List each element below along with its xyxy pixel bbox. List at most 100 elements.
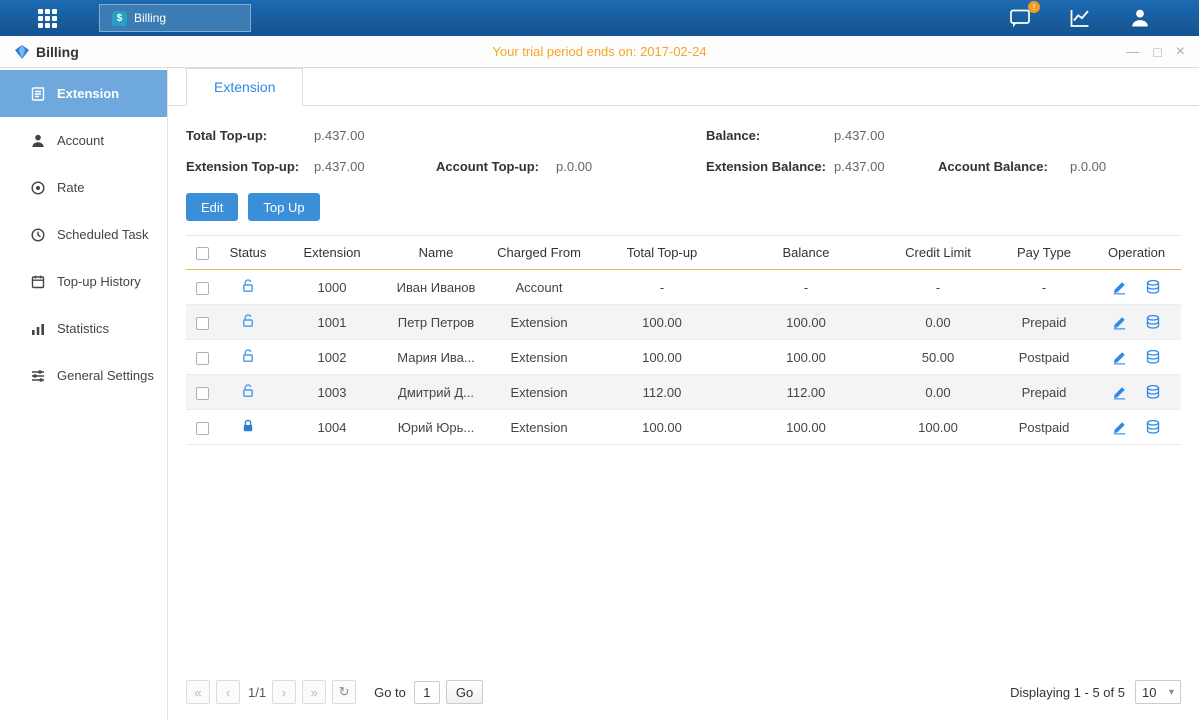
row-checkbox[interactable]: [196, 387, 209, 400]
pay-type-cell: Postpaid: [996, 410, 1092, 445]
billing-dollar-icon: $: [112, 11, 127, 26]
last-page-button[interactable]: »: [302, 680, 326, 704]
summary-account-balance: Account Balance:p.0.00: [938, 159, 1181, 174]
top-up-icon[interactable]: [1145, 419, 1161, 435]
goto-label: Go to: [374, 685, 406, 700]
extension-cell: 1003: [278, 375, 386, 410]
sidebar-item-label: Account: [57, 133, 104, 148]
sidebar-item-extension[interactable]: Extension: [0, 70, 167, 117]
displaying-text: Displaying 1 - 5 of 5: [1010, 685, 1125, 700]
balance-cell: -: [732, 270, 880, 305]
app-grid-icon[interactable]: [38, 9, 57, 28]
user-menu-button[interactable]: [1127, 5, 1153, 31]
status-unlocked-icon[interactable]: [240, 348, 256, 364]
notifications-button[interactable]: !: [1007, 5, 1033, 31]
next-page-button[interactable]: ›: [272, 680, 296, 704]
edit-button[interactable]: Edit: [186, 193, 238, 221]
edit-icon[interactable]: [1112, 280, 1127, 295]
trial-notice: Your trial period ends on: 2017-02-24: [0, 44, 1199, 59]
table-row: 1000 Иван Иванов Account - - - -: [186, 270, 1181, 305]
extension-cell: 1002: [278, 340, 386, 375]
statistics-button[interactable]: [1067, 5, 1093, 31]
top-up-button[interactable]: Top Up: [248, 193, 319, 221]
clock-icon: [30, 227, 46, 243]
credit-limit-cell: -: [880, 270, 996, 305]
minimize-button[interactable]: —: [1126, 45, 1139, 58]
page-size-select[interactable]: 10 ▾: [1135, 680, 1181, 704]
edit-icon[interactable]: [1112, 420, 1127, 435]
bar-chart-icon: [30, 321, 46, 337]
status-locked-icon[interactable]: [240, 418, 256, 434]
column-charged-from: Charged From: [486, 236, 592, 270]
sidebar-item-label: Statistics: [57, 321, 109, 336]
name-cell: Мария Ива...: [386, 340, 486, 375]
sidebar-item-general-settings[interactable]: General Settings: [0, 352, 167, 399]
column-name: Name: [386, 236, 486, 270]
top-up-icon[interactable]: [1145, 314, 1161, 330]
topbar-tab-billing[interactable]: $ Billing: [99, 4, 251, 32]
balance-cell: 100.00: [732, 410, 880, 445]
total-topup-cell: 100.00: [592, 305, 732, 340]
line-chart-icon: [1068, 6, 1092, 30]
charged-from-cell: Account: [486, 270, 592, 305]
select-all-checkbox[interactable]: [196, 247, 209, 260]
top-up-icon[interactable]: [1145, 349, 1161, 365]
action-buttons: Edit Top Up: [168, 174, 1199, 235]
row-checkbox[interactable]: [196, 422, 209, 435]
refresh-button[interactable]: ↻: [332, 680, 356, 704]
sidebar-item-topup-history[interactable]: Top-up History: [0, 258, 167, 305]
billing-logo-icon: [14, 44, 30, 60]
sidebar-item-label: Extension: [57, 86, 119, 101]
name-cell: Петр Петров: [386, 305, 486, 340]
status-unlocked-icon[interactable]: [240, 313, 256, 329]
sidebar: Extension Account Rate Scheduled Task: [0, 68, 168, 720]
rate-icon: [30, 180, 46, 196]
top-up-icon[interactable]: [1145, 384, 1161, 400]
page-size-value: 10: [1142, 685, 1156, 700]
row-checkbox[interactable]: [196, 317, 209, 330]
tab-extension[interactable]: Extension: [186, 68, 303, 106]
edit-icon[interactable]: [1112, 385, 1127, 400]
column-balance: Balance: [732, 236, 880, 270]
summary-account-topup: Account Top-up:p.0.00: [436, 159, 706, 174]
sidebar-item-rate[interactable]: Rate: [0, 164, 167, 211]
extension-table: Status Extension Name Charged From Total…: [186, 235, 1181, 445]
row-checkbox[interactable]: [196, 282, 209, 295]
status-unlocked-icon[interactable]: [240, 278, 256, 294]
charged-from-cell: Extension: [486, 340, 592, 375]
total-topup-cell: 100.00: [592, 340, 732, 375]
extension-cell: 1004: [278, 410, 386, 445]
refresh-icon: ↻: [339, 684, 350, 700]
edit-icon[interactable]: [1112, 315, 1127, 330]
go-button[interactable]: Go: [446, 680, 483, 704]
sidebar-item-account[interactable]: Account: [0, 117, 167, 164]
sidebar-item-statistics[interactable]: Statistics: [0, 305, 167, 352]
chevron-down-icon: ▾: [1169, 687, 1174, 698]
pay-type-cell: Prepaid: [996, 305, 1092, 340]
sidebar-item-label: Top-up History: [57, 274, 141, 289]
topbar: $ Billing !: [0, 0, 1199, 36]
total-topup-cell: 112.00: [592, 375, 732, 410]
first-page-button[interactable]: «: [186, 680, 210, 704]
edit-icon[interactable]: [1112, 350, 1127, 365]
credit-limit-cell: 100.00: [880, 410, 996, 445]
summary-balance: Balance:p.437.00: [706, 128, 938, 143]
close-button[interactable]: ×: [1176, 44, 1185, 60]
top-up-icon[interactable]: [1145, 279, 1161, 295]
extension-cell: 1001: [278, 305, 386, 340]
calendar-icon: [30, 274, 46, 290]
sidebar-item-scheduled-task[interactable]: Scheduled Task: [0, 211, 167, 258]
status-unlocked-icon[interactable]: [240, 383, 256, 399]
extension-cell: 1000: [278, 270, 386, 305]
prev-page-button[interactable]: ‹: [216, 680, 240, 704]
total-topup-cell: -: [592, 270, 732, 305]
table-row: 1001 Петр Петров Extension 100.00 100.00…: [186, 305, 1181, 340]
main-content: Extension Total Top-up:p.437.00 Balance:…: [168, 68, 1199, 720]
pay-type-cell: Postpaid: [996, 340, 1092, 375]
balance-cell: 112.00: [732, 375, 880, 410]
goto-page-input[interactable]: [414, 681, 440, 704]
column-total-topup: Total Top-up: [592, 236, 732, 270]
maximize-button[interactable]: □: [1153, 45, 1161, 59]
notification-badge: !: [1028, 1, 1040, 13]
row-checkbox[interactable]: [196, 352, 209, 365]
